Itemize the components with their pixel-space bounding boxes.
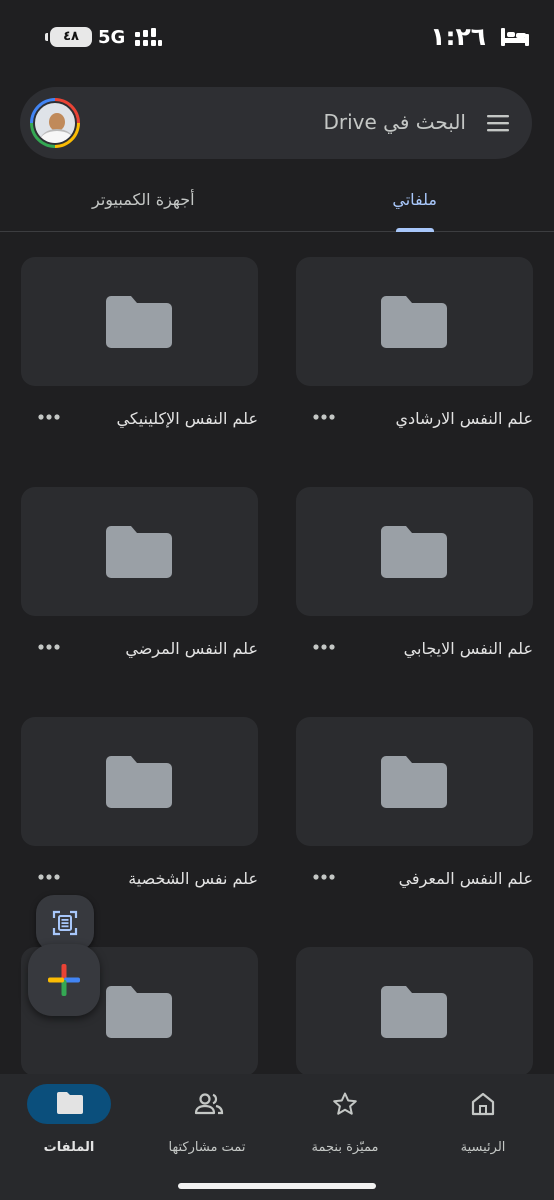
scan-icon (52, 910, 78, 936)
folder-card[interactable]: علم نفس الشخصية (21, 717, 258, 888)
nav-label: الملفات (43, 1140, 95, 1155)
folder-card[interactable]: علم النفس الايجابي (296, 487, 533, 658)
folder-thumbnail[interactable] (21, 487, 258, 616)
more-options-icon[interactable] (312, 871, 336, 883)
people-icon (194, 1093, 224, 1115)
nav-shared[interactable]: تمت مشاركتها (138, 1084, 276, 1164)
nav-label: مميّزة بنجمة (311, 1140, 379, 1155)
folder-card[interactable]: علم النفس الإكلينيكي (21, 257, 258, 428)
home-indicator[interactable] (178, 1183, 376, 1189)
avatar-body (40, 129, 74, 143)
status-bar: ٤٨ 5G ١:٢٦ (0, 0, 554, 76)
sleep-focus-icon (501, 28, 529, 46)
home-icon (471, 1092, 495, 1116)
folder-card[interactable]: علم النفس المعرفي (296, 717, 533, 888)
more-options-icon[interactable] (37, 641, 61, 653)
avatar-photo (33, 101, 77, 145)
folder-icon (57, 1092, 83, 1114)
search-bar[interactable]: البحث في Drive (20, 87, 532, 159)
folder-thumbnail[interactable] (21, 717, 258, 846)
account-avatar[interactable] (30, 98, 80, 148)
folder-name: علم النفس الإكلينيكي (116, 409, 258, 428)
folder-name: علم النفس المعرفي (398, 869, 533, 888)
folder-name: علم نفس الشخصية (128, 869, 258, 888)
folder-icon (381, 756, 447, 808)
signal-icon (135, 28, 162, 46)
scan-button[interactable] (36, 895, 94, 951)
folder-card[interactable] (296, 947, 533, 1076)
folder-icon (106, 756, 172, 808)
folder-thumbnail[interactable] (296, 717, 533, 846)
folder-card[interactable]: علم النفس الارشادي (296, 257, 533, 428)
folder-icon (381, 296, 447, 348)
folder-thumbnail[interactable] (296, 257, 533, 386)
more-options-icon[interactable] (312, 411, 336, 423)
more-options-icon[interactable] (312, 641, 336, 653)
bottom-navigation: الرئيسية مميّزة بنجمة تمت مشاركتها الملف… (0, 1074, 554, 1200)
search-placeholder[interactable]: البحث في Drive (323, 110, 466, 134)
battery-indicator: ٤٨ (45, 27, 92, 47)
tab-bar: ملفاتي أجهزة الكمبيوتر (0, 178, 554, 232)
nav-home[interactable]: الرئيسية (414, 1084, 552, 1164)
folder-name: علم النفس الارشادي (395, 409, 533, 428)
active-tab-indicator (396, 228, 434, 232)
folder-thumbnail[interactable] (296, 947, 533, 1076)
drive-screen: ٤٨ 5G ١:٢٦ البحث في Drive ملفاتي أجهزة ا… (0, 0, 554, 1200)
nav-files[interactable]: الملفات (0, 1084, 138, 1164)
folder-icon (381, 526, 447, 578)
folder-icon (106, 526, 172, 578)
folder-icon (106, 986, 172, 1038)
folder-thumbnail[interactable] (21, 257, 258, 386)
tab-my-files[interactable]: ملفاتي (392, 190, 437, 209)
folder-card[interactable]: علم النفس المرضي (21, 487, 258, 658)
network-type: 5G (98, 27, 126, 48)
menu-icon[interactable] (486, 111, 510, 135)
new-button[interactable] (28, 944, 100, 1016)
nav-label: تمت مشاركتها (168, 1140, 246, 1155)
folder-icon (381, 986, 447, 1038)
folder-name: علم النفس الايجابي (403, 639, 533, 658)
nav-label: الرئيسية (460, 1140, 506, 1155)
more-options-icon[interactable] (37, 411, 61, 423)
star-icon (333, 1092, 357, 1115)
nav-starred[interactable]: مميّزة بنجمة (276, 1084, 414, 1164)
tab-computers[interactable]: أجهزة الكمبيوتر (92, 190, 195, 209)
status-time: ١:٢٦ (430, 22, 486, 51)
folder-name: علم النفس المرضي (125, 639, 258, 658)
folder-icon (106, 296, 172, 348)
plus-icon (48, 964, 80, 996)
folder-thumbnail[interactable] (296, 487, 533, 616)
more-options-icon[interactable] (37, 871, 61, 883)
